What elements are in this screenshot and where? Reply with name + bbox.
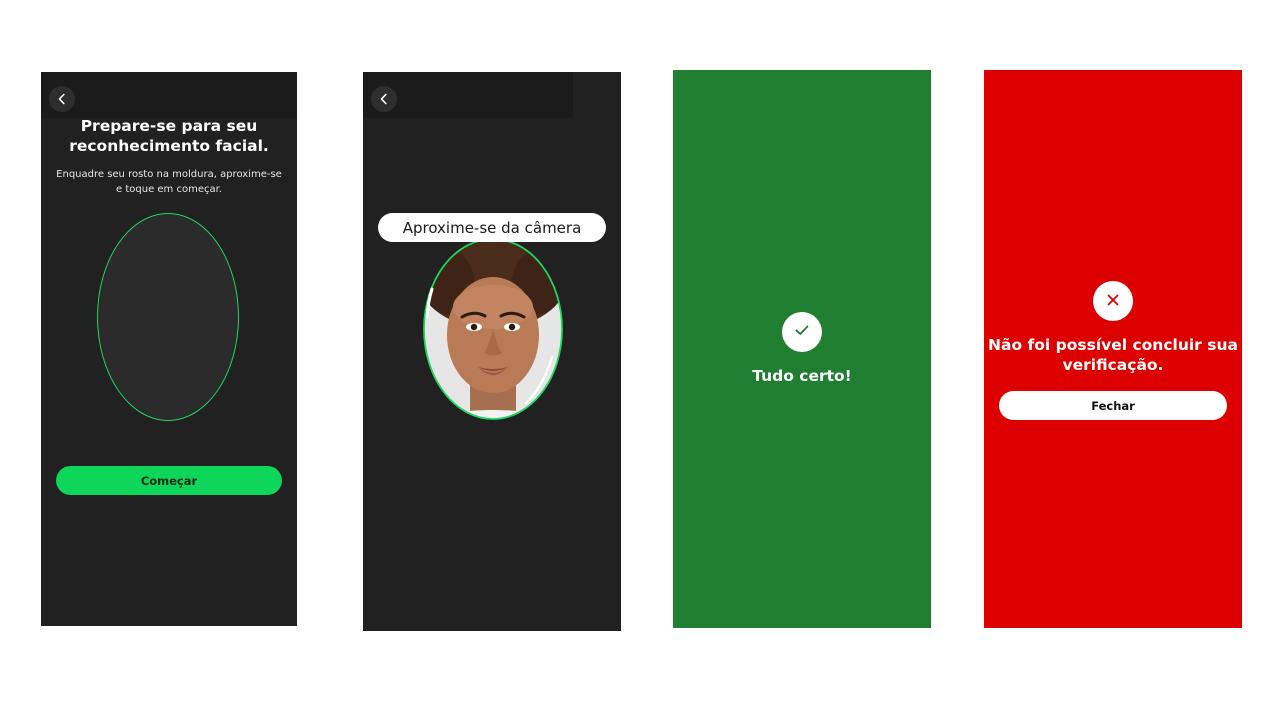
chevron-left-icon	[378, 90, 390, 109]
instructions-line-1: Enquadre seu rosto na moldura, aproxime-…	[56, 169, 282, 180]
close-icon	[1106, 292, 1120, 311]
status-badge	[782, 312, 822, 352]
status-message: Tudo certo!	[673, 366, 931, 386]
back-button[interactable]	[49, 86, 75, 112]
title-line-2: reconhecimento facial.	[69, 137, 269, 155]
face-photo	[424, 239, 562, 419]
back-button[interactable]	[371, 86, 397, 112]
face-frame	[97, 213, 239, 421]
chevron-left-icon	[56, 90, 68, 109]
checkmark-icon	[794, 322, 810, 342]
title-line-1: Prepare-se para seu	[80, 117, 258, 135]
error-message-line-2: verificação.	[1062, 356, 1164, 374]
top-bar	[41, 72, 297, 118]
instructions-line-2: e toque em começar.	[116, 184, 222, 195]
close-button[interactable]: Fechar	[999, 391, 1227, 420]
prepare-screen: Prepare-se para seu reconhecimento facia…	[41, 72, 297, 626]
hint-pill: Aproxime-se da câmera	[378, 213, 606, 242]
success-message: Tudo certo!	[752, 367, 852, 385]
status-message: Não foi possível concluir sua verificaçã…	[984, 335, 1242, 375]
start-button[interactable]: Começar	[56, 466, 282, 495]
instructions: Enquadre seu rosto na moldura, aproxime-…	[41, 167, 297, 197]
page-title: Prepare-se para seu reconhecimento facia…	[41, 116, 297, 156]
capture-screen: Aproxime-se da câmera	[363, 72, 621, 631]
error-message-line-1: Não foi possível concluir sua	[988, 336, 1238, 354]
success-screen: Tudo certo!	[673, 70, 931, 628]
camera-preview	[418, 237, 568, 427]
error-screen: Não foi possível concluir sua verificaçã…	[984, 70, 1242, 628]
status-badge	[1093, 281, 1133, 321]
